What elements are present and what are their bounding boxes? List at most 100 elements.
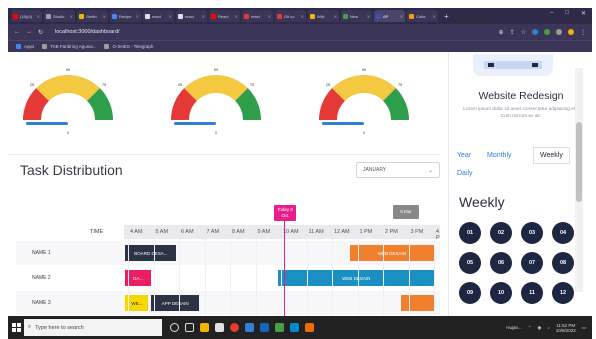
- close-tab-icon[interactable]: ✕: [136, 14, 139, 19]
- close-tab-icon[interactable]: ✕: [367, 14, 370, 19]
- bookmark-item[interactable]: Apps: [16, 44, 34, 49]
- bookmark-item[interactable]: O-SHES - Telegraph: [104, 44, 153, 49]
- tab-monthly[interactable]: Monthly: [487, 152, 512, 159]
- week-button[interactable]: 12: [552, 282, 574, 304]
- browser-tab[interactable]: react ✕: [242, 10, 273, 22]
- week-button[interactable]: 06: [490, 252, 512, 274]
- close-tab-icon[interactable]: ✕: [70, 14, 73, 19]
- bookmark-label: Apps: [24, 44, 35, 49]
- task-view-icon[interactable]: [185, 323, 194, 332]
- bookmark-icon: [42, 44, 48, 49]
- browser-tab[interactable]: Recipe ✕: [110, 10, 141, 22]
- week-button[interactable]: 03: [521, 222, 543, 244]
- chrome-icon[interactable]: [230, 323, 239, 332]
- close-tab-icon[interactable]: ✕: [400, 14, 403, 19]
- browser-tab[interactable]: Cube ✕: [407, 10, 438, 22]
- browser-tab[interactable]: react ✕: [143, 10, 174, 22]
- minimize-button[interactable]: –: [550, 10, 553, 17]
- weather-text[interactable]: Hujan...: [506, 325, 522, 330]
- star-icon[interactable]: ☆: [521, 29, 526, 36]
- tab-weekly[interactable]: Weekly: [533, 147, 570, 164]
- back-icon[interactable]: ←: [14, 29, 20, 35]
- week-button[interactable]: 05: [459, 252, 481, 274]
- week-button[interactable]: 02: [490, 222, 512, 244]
- week-button[interactable]: 09: [459, 282, 481, 304]
- reload-icon[interactable]: ↻: [38, 29, 43, 36]
- week-button[interactable]: 04: [552, 222, 574, 244]
- browser-tab[interactable]: New ✕: [341, 10, 372, 22]
- zoom-icon[interactable]: ⊕: [499, 29, 504, 36]
- browser-tab[interactable]: Wiki ✕: [308, 10, 339, 22]
- week-button[interactable]: 01: [459, 222, 481, 244]
- volume-icon[interactable]: ♪: [547, 325, 549, 330]
- close-tab-icon[interactable]: ✕: [202, 14, 205, 19]
- week-button[interactable]: 08: [552, 252, 574, 274]
- task-bar[interactable]: [400, 295, 434, 311]
- maximize-button[interactable]: □: [565, 10, 569, 17]
- extension-icon[interactable]: [556, 29, 562, 35]
- gauge-progress-bar: [174, 122, 216, 125]
- week-button[interactable]: 10: [490, 282, 512, 304]
- close-tab-icon[interactable]: ✕: [334, 14, 337, 19]
- close-tab-icon[interactable]: ✕: [169, 14, 172, 19]
- bookmark-label: O-SHES - Telegraph: [112, 44, 154, 49]
- task-bar[interactable]: APP DESAIN: [150, 295, 200, 311]
- gauge-2: 02550751000: [161, 58, 271, 138]
- extension-icon[interactable]: [532, 29, 538, 35]
- taskbar-search[interactable]: ⌕ Type here to search: [24, 319, 162, 336]
- browser-tab[interactable]: React ✕: [209, 10, 240, 22]
- gauge-tick-label: 25: [178, 82, 183, 87]
- tab-favicon-icon: [211, 13, 216, 19]
- browser-tab[interactable]: Gettin ✕: [77, 10, 108, 22]
- month-select[interactable]: JANUARY ⌄: [356, 162, 440, 178]
- close-window-button[interactable]: ✕: [581, 10, 586, 17]
- close-tab-icon[interactable]: ✕: [301, 14, 304, 19]
- tab-year[interactable]: Year: [457, 152, 471, 159]
- url-field[interactable]: localhost:3000/dashboard/: [55, 29, 120, 35]
- tab-label: (18)(4): [20, 13, 33, 19]
- scrollbar-thumb[interactable]: [576, 122, 582, 202]
- new-tab-button[interactable]: +: [444, 12, 449, 21]
- tab-daily[interactable]: Daily: [457, 170, 473, 177]
- vscode-icon[interactable]: [245, 323, 254, 332]
- clock[interactable]: 11:52 PM 10/8/2022: [556, 323, 576, 333]
- task-bar[interactable]: DA...: [125, 270, 151, 286]
- cortana-icon[interactable]: [170, 323, 179, 332]
- mail-icon[interactable]: [260, 323, 269, 332]
- week-button[interactable]: 11: [521, 282, 543, 304]
- today-line: [284, 221, 285, 316]
- share-icon[interactable]: ⇪: [510, 29, 515, 36]
- gauge-tick-label: 50: [362, 67, 367, 72]
- browser-tab[interactable]: AP ✕: [374, 10, 405, 22]
- file-explorer-icon[interactable]: [200, 323, 209, 332]
- close-tab-icon[interactable]: ✕: [235, 14, 238, 19]
- task-bar[interactable]: WEB DESAIN: [278, 270, 434, 286]
- start-button[interactable]: [8, 316, 24, 339]
- close-tab-icon[interactable]: ✕: [433, 14, 436, 19]
- app-icon[interactable]: [290, 323, 299, 332]
- forward-icon[interactable]: →: [26, 29, 32, 35]
- tray-arrow-icon[interactable]: ⌃: [528, 325, 532, 331]
- bookmark-item[interactable]: TAB Fanbring Agunia...: [42, 44, 96, 49]
- store-icon[interactable]: [215, 323, 224, 332]
- extension-icon[interactable]: [544, 29, 550, 35]
- app-icon[interactable]: [275, 323, 284, 332]
- time-tick-label: 3 PM: [410, 229, 424, 235]
- network-icon[interactable]: ◉: [538, 325, 542, 331]
- week-button[interactable]: 07: [521, 252, 543, 274]
- window-controls: – □ ✕: [550, 10, 586, 17]
- close-tab-icon[interactable]: ✕: [268, 14, 271, 19]
- browser-tab[interactable]: Studio ✕: [44, 10, 75, 22]
- close-tab-icon[interactable]: ✕: [37, 14, 40, 19]
- menu-icon[interactable]: ⋮: [580, 29, 586, 36]
- browser-tab[interactable]: react ✕: [176, 10, 207, 22]
- task-bar[interactable]: BOARD DESA...: [125, 245, 177, 261]
- app-icon[interactable]: [305, 323, 314, 332]
- sidebar-scrollbar[interactable]: [575, 68, 583, 292]
- close-tab-icon[interactable]: ✕: [103, 14, 106, 19]
- browser-tab[interactable]: Git co ✕: [275, 10, 306, 22]
- profile-avatar[interactable]: [568, 29, 574, 35]
- notification-icon[interactable]: ▭: [582, 325, 586, 331]
- task-bar[interactable]: WEB DESAIN: [349, 245, 434, 261]
- browser-tab[interactable]: (18)(4) ✕: [11, 10, 42, 22]
